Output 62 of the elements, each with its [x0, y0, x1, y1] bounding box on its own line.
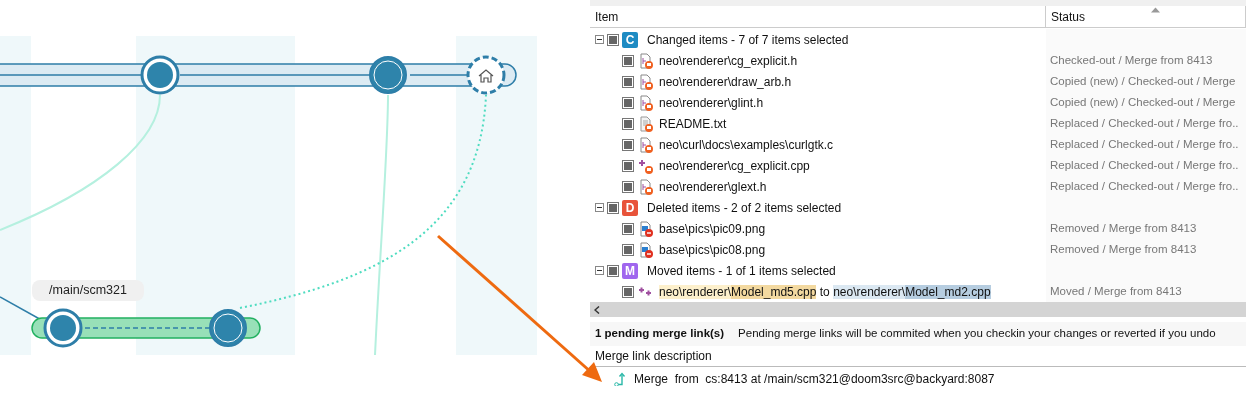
- merge-arrow-icon: [614, 372, 628, 386]
- scroll-left-icon[interactable]: [594, 305, 600, 314]
- group-label: Moved items - 1 of 1 items selected: [647, 262, 836, 280]
- file-path: neo\renderer\Model_md5.cpp to neo\renderer\Model_md2.cpp: [659, 283, 991, 301]
- sort-arrow-icon: [1151, 7, 1160, 13]
- file-path: neo\renderer\draw_arb.h: [659, 73, 792, 91]
- file-icon: [638, 94, 654, 111]
- group-badge: D: [622, 199, 638, 216]
- checkbox[interactable]: [622, 222, 634, 235]
- branch-label: /main/scm321: [32, 280, 144, 301]
- file-icon: [638, 115, 654, 132]
- checkbox[interactable]: [622, 117, 634, 130]
- merge-links-heading: Merge link description: [590, 346, 1246, 367]
- file-path: base\pics\pic08.png: [659, 241, 766, 259]
- status-text: Checked-out / Merge from 8413: [1050, 52, 1213, 68]
- checkbox[interactable]: [622, 159, 634, 172]
- collapse-toggle[interactable]: [595, 203, 604, 212]
- group-badge: C: [622, 31, 638, 48]
- checkbox[interactable]: [622, 75, 634, 88]
- file-icon: [638, 136, 654, 153]
- group-label: Deleted items - 2 of 2 items selected: [647, 199, 842, 217]
- file-path: neo\curl\docs\examples\curlgtk.c: [659, 136, 834, 154]
- pending-message: Pending merge links will be commited when you checkin your changes or reverted if you undo: [738, 326, 1216, 342]
- horizontal-scrollbar[interactable]: [590, 302, 1246, 317]
- checkbox[interactable]: [622, 54, 634, 67]
- group-badge: M: [622, 262, 638, 279]
- checkbox[interactable]: [622, 96, 634, 109]
- status-text: Moved / Merge from 8413: [1050, 283, 1182, 299]
- checkbox[interactable]: [607, 201, 619, 214]
- file-icon: [638, 52, 654, 69]
- checkbox[interactable]: [607, 264, 619, 277]
- file-icon: [638, 178, 654, 195]
- file-path: neo\renderer\cg_explicit.cpp: [659, 157, 810, 175]
- status-text: Removed / Merge from 8413: [1050, 241, 1197, 257]
- status-text: Removed / Merge from 8413: [1050, 220, 1197, 236]
- status-text: Copied (new) / Checked-out / Merge: [1050, 73, 1236, 89]
- status-text: Copied (new) / Checked-out / Merge: [1050, 94, 1236, 110]
- file-icon: [638, 73, 654, 90]
- column-header[interactable]: Item: [590, 6, 1046, 27]
- file-path: neo\renderer\cg_explicit.h: [659, 52, 798, 70]
- checkbox[interactable]: [622, 138, 634, 151]
- status-text: Replaced / Checked-out / Merge fro..: [1050, 136, 1239, 152]
- column-header[interactable]: Status: [1046, 6, 1246, 27]
- file-path: README.txt: [659, 115, 727, 133]
- collapse-toggle[interactable]: [595, 35, 604, 44]
- pending-count: 1 pending merge link(s): [595, 326, 725, 342]
- status-text: Replaced / Checked-out / Merge fro..: [1050, 115, 1239, 131]
- file-path: base\pics\pic09.png: [659, 220, 766, 238]
- collapse-toggle[interactable]: [595, 266, 604, 275]
- image-file-icon: [638, 241, 654, 258]
- status-text: Replaced / Checked-out / Merge fro..: [1050, 157, 1239, 173]
- merge-link-item[interactable]: Merge from cs:8413 at /main/scm321@doom3src@backyard:8087: [634, 370, 995, 388]
- group-label: Changed items - 7 of 7 items selected: [647, 31, 849, 49]
- checkbox[interactable]: [622, 180, 634, 193]
- file-path: neo\renderer\glint.h: [659, 94, 764, 112]
- status-text: Replaced / Checked-out / Merge fro..: [1050, 178, 1239, 194]
- checkbox[interactable]: [622, 285, 634, 298]
- checkbox[interactable]: [607, 33, 619, 46]
- checkbox[interactable]: [622, 243, 634, 256]
- file-path: neo\renderer\glext.h: [659, 178, 767, 196]
- file-icon: [638, 157, 654, 174]
- image-file-icon: [638, 220, 654, 237]
